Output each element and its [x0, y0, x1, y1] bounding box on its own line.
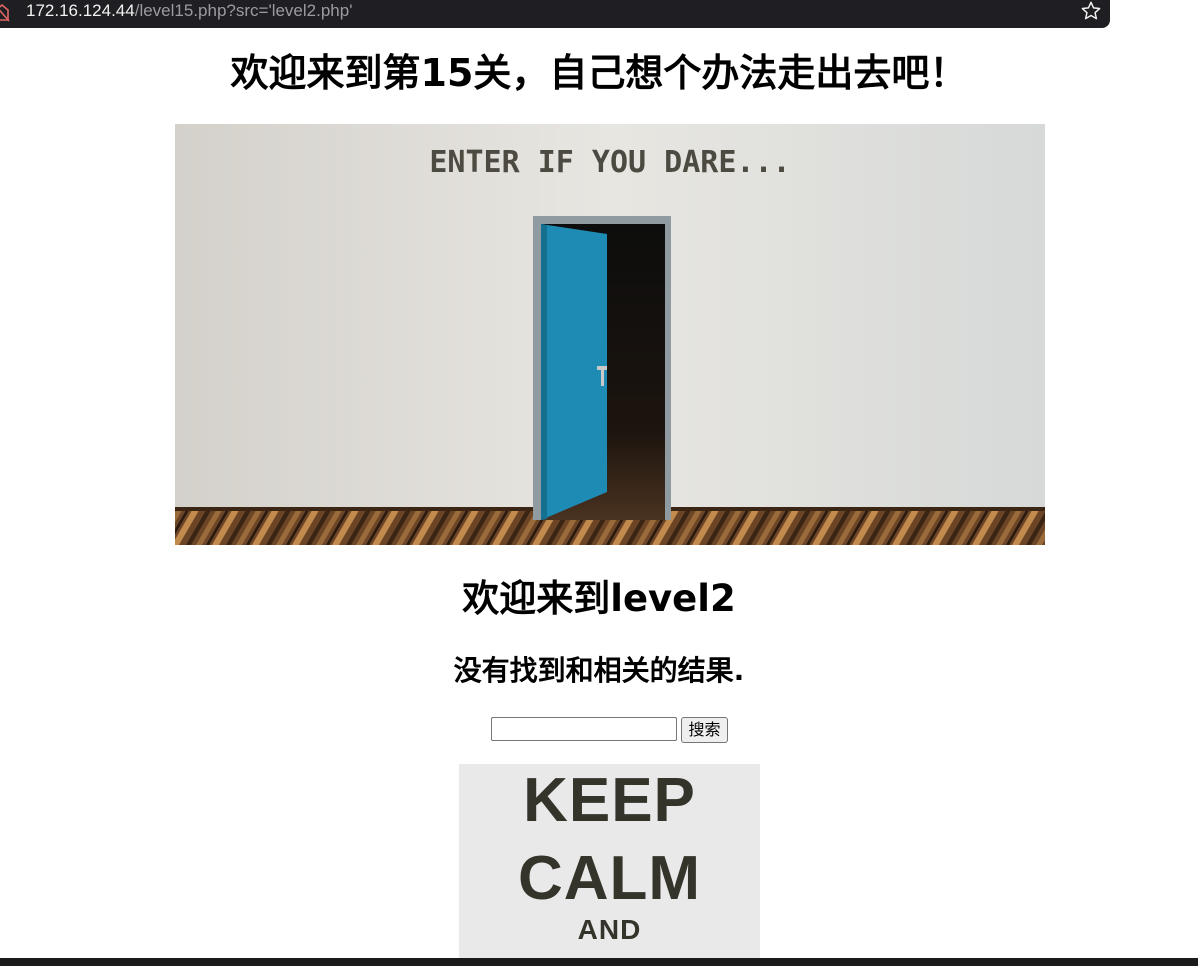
poster-line-2: CALM	[517, 844, 702, 913]
level-heading: 欢迎来到level2	[462, 577, 736, 620]
address-bar[interactable]: 172.16.124.44/level15.php?src='level2.ph…	[0, 0, 1110, 28]
bottom-border	[0, 958, 1198, 966]
not-secure-icon[interactable]	[0, 4, 10, 22]
page-title: 欢迎来到第15关，自己想个办法走出去吧！	[230, 51, 968, 95]
search-input[interactable]	[491, 717, 677, 741]
url-path: /level15.php?src='level2.php'	[134, 1, 353, 20]
poster-line-1: KEEP	[523, 766, 696, 835]
search-button[interactable]: 搜索	[681, 717, 728, 743]
door-caption: ENTER IF YOU DARE...	[429, 145, 790, 180]
result-text: 没有找到和相关的结果.	[453, 654, 745, 687]
poster-line-4: TRY	[459, 948, 760, 959]
keep-calm-poster: KEEP CALM AND TRY	[459, 764, 760, 958]
star-icon[interactable]	[1080, 0, 1102, 22]
url-host: 172.16.124.44	[26, 1, 135, 20]
door-image: ENTER IF YOU DARE...	[175, 124, 1045, 545]
poster-line-3: AND	[577, 914, 642, 945]
page-content: 欢迎来到第15关，自己想个办法走出去吧！ ENTER IF YOU DARE..…	[0, 28, 1198, 958]
url-text[interactable]: 172.16.124.44/level15.php?src='level2.ph…	[26, 1, 352, 21]
